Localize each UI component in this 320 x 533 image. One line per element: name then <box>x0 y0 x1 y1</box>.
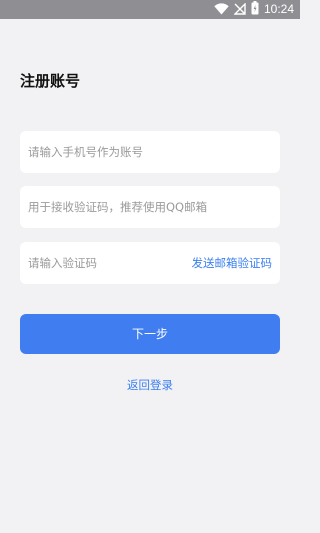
status-icons: 10:24 <box>214 0 294 19</box>
status-bar: 10:24 <box>0 0 300 19</box>
code-field: 发送邮箱验证码 <box>20 242 280 284</box>
wifi-icon <box>214 0 229 19</box>
phone-field <box>20 131 280 173</box>
email-input[interactable] <box>28 186 272 228</box>
back-to-login-link[interactable]: 返回登录 <box>0 376 300 394</box>
email-field <box>20 186 280 228</box>
status-time: 10:24 <box>263 2 294 16</box>
page-title: 注册账号 <box>20 72 81 90</box>
verification-code-input[interactable] <box>28 242 188 284</box>
phone-input[interactable] <box>28 131 272 173</box>
next-step-button[interactable]: 下一步 <box>20 314 280 354</box>
battery-icon <box>251 0 259 19</box>
signal-off-icon <box>233 0 246 19</box>
send-email-code-button[interactable]: 发送邮箱验证码 <box>192 242 273 284</box>
